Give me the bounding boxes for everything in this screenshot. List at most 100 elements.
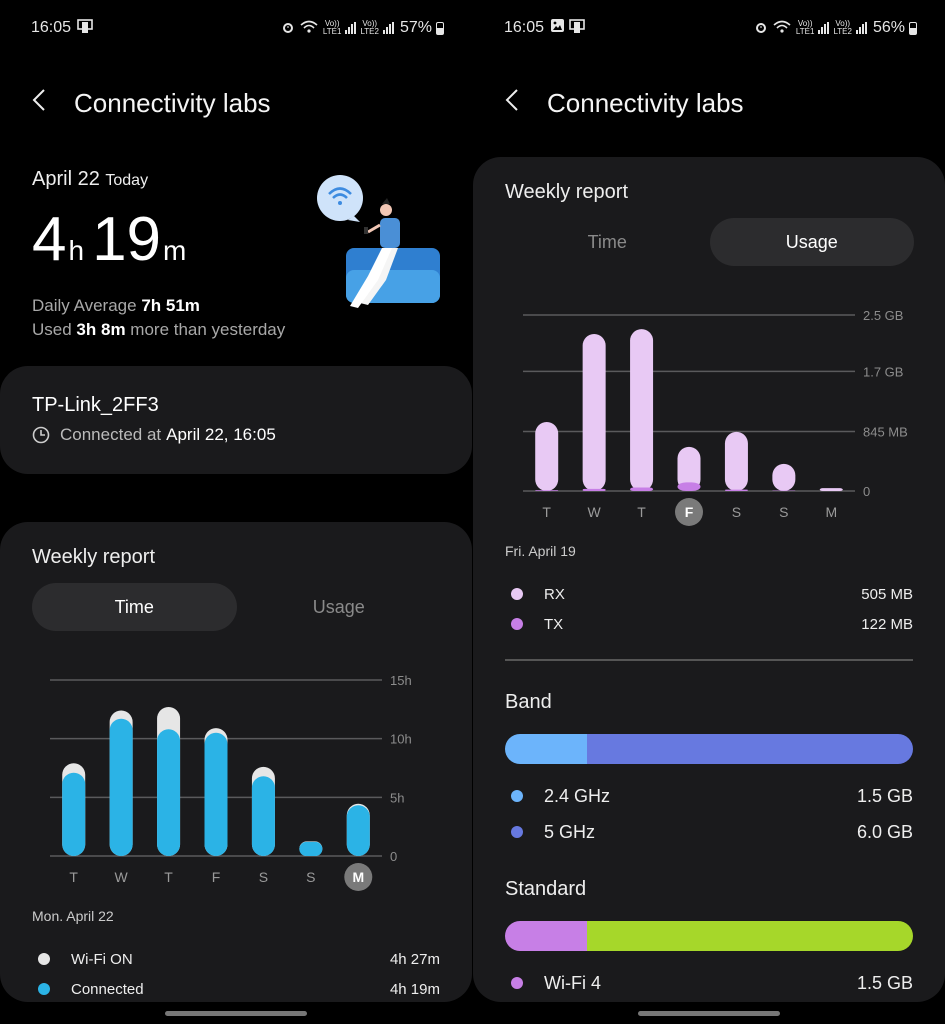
legend-dot xyxy=(511,826,523,838)
tab-time[interactable]: Time xyxy=(32,583,237,631)
bar-connected xyxy=(251,776,275,856)
back-button[interactable] xyxy=(32,88,74,119)
screen-mirror-icon xyxy=(569,18,585,39)
battery-icon xyxy=(436,21,444,35)
wifi-bubble-icon xyxy=(317,175,363,221)
bar-rx xyxy=(535,422,559,492)
weekly-report-card: Weekly report Time Usage 0 845 MB 1.7 GB 2.… xyxy=(473,157,945,1002)
legend-standard-wifi4: Wi-Fi 4 1.5 GB xyxy=(505,965,913,1001)
bar-connected xyxy=(204,732,228,856)
legend-band-2-4ghz: 2.4 GHz 1.5 GB xyxy=(505,778,913,814)
volte-sim1-icon: Vo)) LTE1 xyxy=(322,19,342,36)
x-tick-label: T xyxy=(164,869,173,885)
volte-sim2-icon: Vo)) LTE2 xyxy=(833,19,852,36)
weekly-tabs: Time Usage xyxy=(505,218,914,266)
status-bar: 16:05 Vo)) LTE1 Vo)) LTE2 56% xyxy=(504,16,917,40)
standard-title: Standard xyxy=(505,878,587,900)
back-button[interactable] xyxy=(505,88,547,119)
page-title: Connectivity labs xyxy=(74,88,271,118)
page-title: Connectivity labs xyxy=(547,88,744,118)
weekly-report-card: Weekly report Time Usage 0 5h 10h 15h T W T F S S… xyxy=(0,522,472,1002)
compared-yesterday: Used 3h 8m more than yesterday xyxy=(32,320,286,339)
signal-sim1-icon xyxy=(345,22,357,34)
weekly-report-title: Weekly report xyxy=(505,181,629,203)
y-tick-label: 0 xyxy=(390,849,397,864)
weekly-tabs: Time Usage xyxy=(32,583,441,631)
x-tick-label: S xyxy=(259,869,268,885)
signal-sim2-icon xyxy=(382,22,394,34)
bar-connected xyxy=(109,718,133,856)
band-section: Band 2.4 GHz 1.5 GB 5 GHz 6.0 GB xyxy=(505,691,913,850)
x-tick-label: F xyxy=(685,504,694,520)
wifi-icon xyxy=(772,20,792,37)
legend-dot xyxy=(38,983,50,995)
usage-chart-svg: 0 845 MB 1.7 GB 2.5 GB T W T F S S M xyxy=(523,308,908,526)
legend-dot xyxy=(511,790,523,802)
x-tick-label: S xyxy=(732,504,741,520)
signal-sim1-icon xyxy=(818,22,830,34)
bar-segment xyxy=(586,921,913,951)
legend-wifi-on: Wi-Fi ON 4h 27m xyxy=(32,944,440,974)
weekly-report-title: Weekly report xyxy=(32,546,156,568)
phone-screen-time: 16:05 Vo)) LTE1 Vo)) LTE2 57% Connectivity… xyxy=(0,0,472,1024)
bar-tx xyxy=(630,487,654,491)
y-tick-label: 845 MB xyxy=(863,425,908,440)
legend-rx: RX 505 MB xyxy=(505,579,913,609)
bar-rx xyxy=(819,488,843,492)
x-tick-label: M xyxy=(825,504,837,520)
x-tick-label: T xyxy=(69,869,78,885)
signal-sim2-icon xyxy=(855,22,867,34)
band-usage-bar xyxy=(505,734,913,764)
standard-section: Standard Wi-Fi 4 1.5 GB xyxy=(505,878,913,1001)
x-tick-label: W xyxy=(588,504,602,520)
x-tick-label: T xyxy=(637,504,646,520)
legend-dot xyxy=(511,977,523,989)
standard-usage-bar xyxy=(505,921,913,951)
person-on-sofa-illustration xyxy=(308,170,448,320)
chevron-left-icon xyxy=(32,89,45,111)
phone-screen-usage: 16:05 Vo)) LTE1 Vo)) LTE2 56% Connectivity… xyxy=(473,0,945,1024)
tab-time[interactable]: Time xyxy=(505,218,710,266)
battery-icon xyxy=(909,21,917,35)
tab-usage[interactable]: Usage xyxy=(709,218,914,266)
x-tick-label: F xyxy=(212,869,221,885)
y-tick-label: 10h xyxy=(390,732,412,747)
legend-tx: TX 122 MB xyxy=(505,609,913,639)
x-tick-label: S xyxy=(779,504,788,520)
tab-usage[interactable]: Usage xyxy=(237,583,442,631)
gallery-icon xyxy=(550,18,565,38)
bar-connected xyxy=(299,841,323,856)
alarm-icon xyxy=(754,20,768,37)
volte-sim1-icon: Vo)) LTE1 xyxy=(795,19,815,36)
bar-connected xyxy=(157,729,181,856)
status-time: 16:05 xyxy=(31,19,72,36)
x-tick-label: M xyxy=(352,869,364,885)
legend-connected: Connected 4h 19m xyxy=(32,974,440,1004)
status-bar: 16:05 Vo)) LTE1 Vo)) LTE2 57% xyxy=(31,16,444,40)
app-bar: Connectivity labs xyxy=(32,88,271,119)
battery-percent: 56% xyxy=(872,19,905,36)
y-tick-label: 15h xyxy=(390,673,412,688)
usage-bar-chart: 0 845 MB 1.7 GB 2.5 GB T W T F S S M xyxy=(473,297,913,527)
y-tick-label: 2.5 GB xyxy=(863,308,903,323)
home-indicator[interactable] xyxy=(638,1011,780,1016)
bar-rx xyxy=(582,334,606,492)
time-bar-chart: 0 5h 10h 15h T W T F S S M xyxy=(0,662,440,892)
home-indicator[interactable] xyxy=(165,1011,307,1016)
battery-percent: 57% xyxy=(399,19,432,36)
y-tick-label: 5h xyxy=(390,790,404,805)
legend-dot xyxy=(511,618,523,630)
bar-rx xyxy=(724,431,748,492)
screen-mirror-icon xyxy=(77,18,93,39)
bar-connected xyxy=(62,772,86,856)
status-time: 16:05 xyxy=(504,19,545,36)
network-card[interactable]: TP-Link_2FF3 Connected at April 22, 16:0… xyxy=(0,366,472,474)
bar-rx xyxy=(630,329,654,492)
time-chart-svg: 0 5h 10h 15h T W T F S S M xyxy=(50,673,412,891)
selected-day-date: Fri. April 19 xyxy=(505,543,576,559)
band-title: Band xyxy=(505,691,552,713)
x-tick-label: W xyxy=(115,869,129,885)
legend-dot xyxy=(511,588,523,600)
bar-connected xyxy=(346,805,370,856)
clock-icon xyxy=(32,426,50,444)
